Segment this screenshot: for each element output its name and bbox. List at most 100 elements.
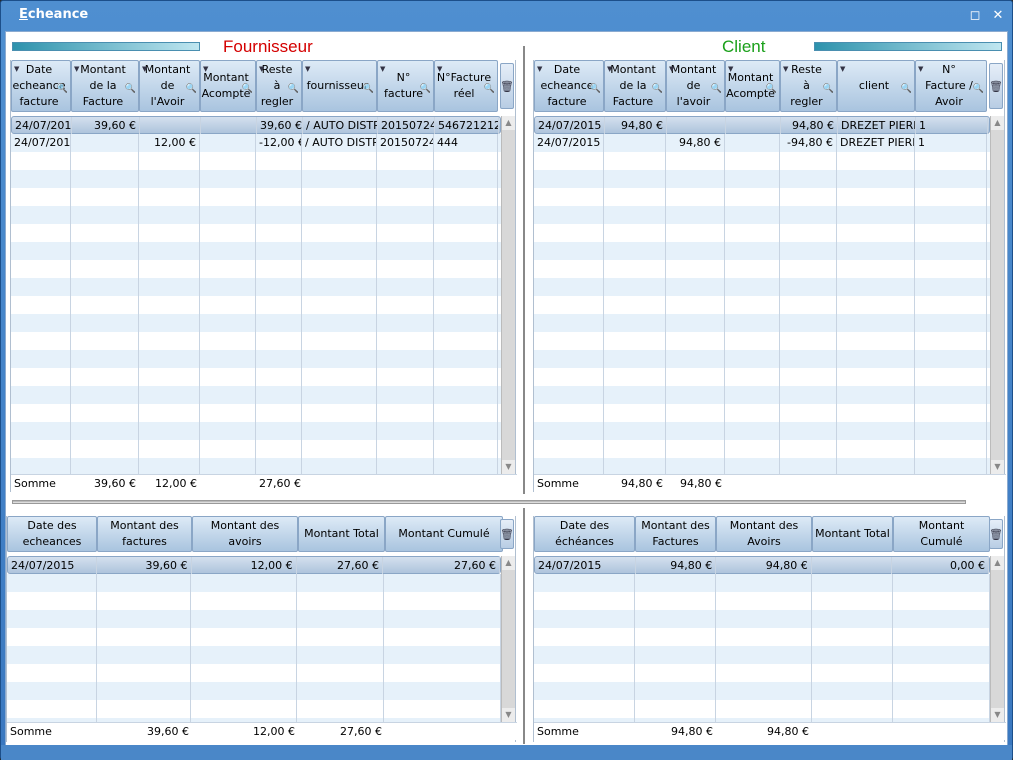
table-row[interactable] [534, 628, 990, 646]
table-row[interactable] [534, 422, 990, 440]
column-header-6[interactable]: client ▼ 🔍 [837, 60, 915, 112]
search-icon[interactable]: 🔍 [242, 81, 253, 97]
column-header-5[interactable]: Reste à regler ▼ 🔍 [256, 60, 302, 112]
table-row[interactable]: 24/07/2015 12,00 € -12,00 €/ AUTO DISTR201… [11, 134, 501, 152]
table-row[interactable] [11, 296, 501, 314]
close-icon[interactable]: ✕ [990, 8, 1006, 24]
vertical-scrollbar[interactable]: ▲ ▼ [990, 556, 1004, 722]
scroll-up-icon[interactable]: ▲ [502, 556, 515, 570]
table-row[interactable] [534, 152, 990, 170]
table-row[interactable] [534, 296, 990, 314]
column-header-1[interactable]: Date des échéances [534, 516, 635, 552]
column-header-3[interactable]: Montant des Avoirs [716, 516, 812, 552]
table-row[interactable] [534, 646, 990, 664]
table-row[interactable] [7, 610, 501, 628]
column-header-2[interactable]: Montant des factures [97, 516, 192, 552]
table-row[interactable] [11, 170, 501, 188]
table-row[interactable] [7, 628, 501, 646]
table-row[interactable] [534, 188, 990, 206]
column-header-3[interactable]: Montant des avoirs [192, 516, 298, 552]
table-row[interactable] [534, 404, 990, 422]
delete-icon[interactable]: 🗑 [989, 519, 1003, 549]
table-row[interactable] [534, 350, 990, 368]
search-icon[interactable]: 🔍 [711, 81, 722, 97]
column-header-1[interactable]: Date des echeances [7, 516, 97, 552]
search-icon[interactable]: 🔍 [420, 81, 431, 97]
table-row[interactable] [534, 440, 990, 458]
scroll-down-icon[interactable]: ▼ [991, 460, 1004, 474]
search-icon[interactable]: 🔍 [186, 81, 197, 97]
table-row[interactable] [11, 458, 501, 474]
table-row[interactable] [7, 700, 501, 718]
column-header-3[interactable]: Montant de l'Avoir ▼ 🔍 [139, 60, 200, 112]
column-header-8[interactable]: N°Facture réel ▼ 🔍 [434, 60, 498, 112]
column-header-4[interactable]: Montant Acompte ▼ 🔍 [725, 60, 780, 112]
column-header-4[interactable]: Montant Acompte ▼ 🔍 [200, 60, 256, 112]
scroll-up-icon[interactable]: ▲ [502, 116, 515, 130]
delete-icon[interactable]: 🗑 [500, 63, 514, 109]
search-icon[interactable]: 🔍 [125, 81, 136, 97]
scroll-up-icon[interactable]: ▲ [991, 116, 1004, 130]
table-row[interactable]: 24/07/201539,60 €39,60 €/ AUTO DISTR2015… [11, 116, 501, 135]
table-row[interactable] [534, 170, 990, 188]
column-header-2[interactable]: Montant de la Facture ▼ 🔍 [604, 60, 666, 112]
table-row[interactable] [534, 224, 990, 242]
column-header-6[interactable]: fournisseur ▼ 🔍 [302, 60, 377, 112]
column-header-5[interactable]: Montant Cumulé [893, 516, 990, 552]
table-row[interactable] [7, 646, 501, 664]
table-row[interactable] [11, 314, 501, 332]
table-row[interactable] [7, 574, 501, 592]
table-row[interactable] [7, 592, 501, 610]
table-row[interactable] [11, 386, 501, 404]
search-icon[interactable]: 🔍 [901, 81, 912, 97]
table-row[interactable] [11, 332, 501, 350]
vertical-scrollbar[interactable]: ▲ ▼ [990, 116, 1004, 474]
table-row[interactable] [11, 242, 501, 260]
table-row[interactable] [11, 224, 501, 242]
table-row[interactable] [11, 350, 501, 368]
search-icon[interactable]: 🔍 [823, 81, 834, 97]
column-header-3[interactable]: Montant de l'avoir ▼ 🔍 [666, 60, 725, 112]
column-header-1[interactable]: Date echeance facture ▼ 🔍 [534, 60, 604, 112]
table-row[interactable] [11, 404, 501, 422]
search-icon[interactable]: 🔍 [363, 81, 374, 97]
table-row[interactable]: 24/07/201594,80 €94,80 €DREZET PIERRE1 [534, 116, 990, 135]
vertical-scrollbar[interactable]: ▲ ▼ [501, 116, 515, 474]
table-row[interactable] [534, 386, 990, 404]
column-header-5[interactable]: Reste à regler ▼ 🔍 [780, 60, 837, 112]
table-row[interactable] [11, 440, 501, 458]
table-row[interactable] [7, 682, 501, 700]
table-row[interactable] [534, 206, 990, 224]
table-row[interactable]: 24/07/2015 94,80 €94,80 €0,00 € [534, 556, 990, 575]
restore-icon[interactable]: ◻ [967, 8, 983, 24]
scroll-down-icon[interactable]: ▼ [502, 708, 515, 722]
table-row[interactable] [534, 574, 990, 592]
table-row[interactable] [11, 188, 501, 206]
column-header-7[interactable]: N° Facture / Avoir ▼ 🔍 [915, 60, 987, 112]
scroll-down-icon[interactable]: ▼ [991, 708, 1004, 722]
column-header-5[interactable]: Montant Cumulé [385, 516, 503, 552]
delete-icon[interactable]: 🗑 [989, 63, 1003, 109]
table-row[interactable] [7, 664, 501, 682]
table-row[interactable] [11, 368, 501, 386]
table-row[interactable] [11, 260, 501, 278]
column-header-2[interactable]: Montant de la Facture ▼ 🔍 [71, 60, 139, 112]
table-row[interactable] [534, 458, 990, 474]
search-icon[interactable]: 🔍 [288, 81, 299, 97]
vertical-scrollbar[interactable]: ▲ ▼ [501, 556, 515, 722]
column-header-4[interactable]: Montant Total [298, 516, 385, 552]
delete-icon[interactable]: 🗑 [500, 519, 514, 549]
table-row[interactable] [534, 368, 990, 386]
table-row[interactable]: 24/07/2015 94,80 € -94,80 €DREZET PIERRE1 [534, 134, 990, 152]
table-row[interactable] [534, 682, 990, 700]
scroll-up-icon[interactable]: ▲ [991, 556, 1004, 570]
table-row[interactable] [534, 700, 990, 718]
table-row[interactable]: 24/07/2015 39,60 €12,00 €27,60 €27,60 € [7, 556, 501, 575]
column-header-2[interactable]: Montant des Factures [635, 516, 716, 552]
column-header-7[interactable]: N° facture ▼ 🔍 [377, 60, 434, 112]
table-row[interactable] [534, 278, 990, 296]
search-icon[interactable]: 🔍 [590, 81, 601, 97]
table-row[interactable] [11, 206, 501, 224]
table-row[interactable] [534, 592, 990, 610]
table-row[interactable] [534, 260, 990, 278]
